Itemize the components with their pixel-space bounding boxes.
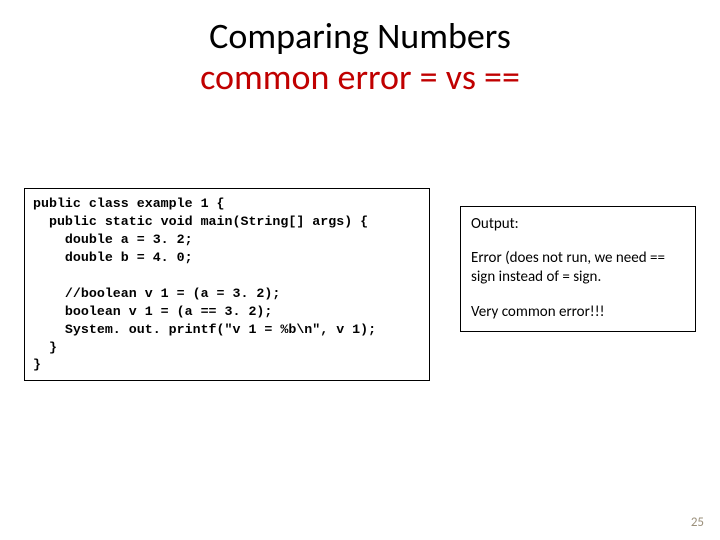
output-label: Output: [471, 215, 685, 233]
code-listing: public class example 1 { public static v… [33, 195, 421, 374]
slide-title: Comparing Numbers common error = vs == [0, 16, 720, 99]
output-error-text: Error (does not run, we need == sign ins… [471, 249, 685, 287]
title-line-1: Comparing Numbers [0, 16, 720, 57]
output-emphasis-text: Very common error!!! [471, 303, 685, 322]
page-number: 25 [691, 515, 704, 530]
title-line-2: common error = vs == [0, 57, 720, 98]
output-box: Output: Error (does not run, we need == … [460, 206, 696, 332]
code-box: public class example 1 { public static v… [24, 188, 430, 381]
